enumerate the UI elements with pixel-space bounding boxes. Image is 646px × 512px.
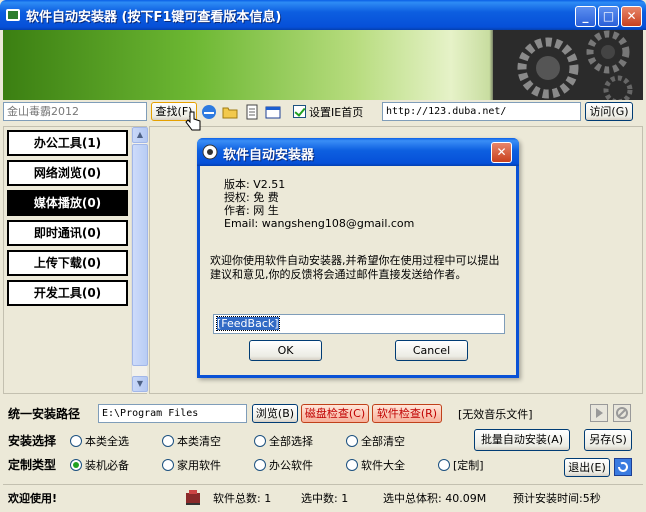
author-text: 作者: 网 生	[224, 204, 279, 217]
close-button[interactable]: ✕	[621, 6, 642, 27]
refresh-icon[interactable]	[614, 458, 632, 476]
notepad-icon[interactable]	[243, 103, 261, 121]
version-text: 版本: V2.51	[224, 178, 286, 191]
radio-label: 家用软件	[177, 459, 221, 472]
total-count: 软件总数: 1	[213, 492, 272, 505]
scroll-thumb[interactable]	[132, 144, 148, 366]
dialog-titlebar[interactable]: 软件自动安装器 ✕	[197, 138, 519, 166]
dialog-close-button[interactable]: ✕	[491, 142, 512, 163]
window-titlebar[interactable]: 软件自动安装器 (按下F1键可查看版本信息) _ □ ✕	[0, 0, 646, 30]
welcome-message: 欢迎你使用软件自动安装器,并希望你在使用过程中可以提出建议和意见,你的反馈将会通…	[210, 254, 500, 281]
ok-button[interactable]: OK	[249, 340, 322, 361]
stop-icon[interactable]	[613, 404, 631, 422]
search-input[interactable]: 金山毒霸2012	[3, 102, 147, 121]
estimated-time: 预计安装时间:5秒	[513, 492, 601, 505]
category-im[interactable]: 即时通讯(0)	[7, 220, 128, 246]
radio-label: 本类全选	[85, 435, 129, 448]
maximize-button[interactable]: □	[598, 6, 619, 27]
music-status: [无效音乐文件]	[458, 408, 533, 421]
installer-icon	[186, 490, 200, 505]
radio-label: 办公软件	[269, 459, 313, 472]
scroll-down-icon[interactable]: ▼	[132, 376, 148, 392]
visit-button[interactable]: 访问(G)	[585, 102, 633, 121]
selected-count: 选中数: 1	[301, 492, 349, 505]
set-homepage-checkbox[interactable]: 设置IE首页	[293, 104, 363, 120]
disk-check-button[interactable]: 磁盘检查(C)	[301, 404, 369, 423]
about-dialog: 软件自动安装器 ✕ 版本: V2.51 授权: 免 费 作者: 网 生 Emai…	[197, 138, 519, 378]
software-check-button[interactable]: 软件检查(R)	[372, 404, 442, 423]
custom-type-label: 定制类型	[8, 458, 57, 472]
set-homepage-label: 设置IE首页	[309, 106, 364, 119]
category-browser[interactable]: 网络浏览(0)	[7, 160, 128, 186]
hand-cursor-icon	[185, 111, 201, 131]
radio-office[interactable]: 办公软件	[254, 457, 313, 473]
radio-label: 全部清空	[361, 435, 405, 448]
welcome-text: 欢迎使用!	[8, 492, 58, 505]
feedback-text: [FeedBack]	[216, 316, 280, 331]
window-icon[interactable]	[264, 103, 282, 121]
radio-essentials[interactable]: 装机必备	[70, 457, 129, 473]
category-transfer[interactable]: 上传下载(0)	[7, 250, 128, 276]
install-select-label: 安装选择	[8, 434, 57, 448]
feedback-input[interactable]: [FeedBack]	[213, 314, 505, 334]
radio-clear-all[interactable]: 全部清空	[346, 433, 405, 449]
radio-clear-category[interactable]: 本类清空	[162, 433, 221, 449]
exit-button[interactable]: 退出(E)	[564, 458, 610, 477]
checkbox-checked-icon[interactable]	[293, 105, 306, 118]
radio-all-software[interactable]: 软件大全	[346, 457, 405, 473]
email-text: Email: wangsheng108@gmail.com	[224, 217, 415, 230]
browse-button[interactable]: 浏览(B)	[252, 404, 298, 423]
minimize-button[interactable]: _	[575, 6, 596, 27]
radio-label: 软件大全	[361, 459, 405, 472]
cancel-button[interactable]: Cancel	[395, 340, 468, 361]
sidebar-scrollbar[interactable]: ▲ ▼	[131, 127, 148, 393]
play-icon[interactable]	[590, 404, 608, 422]
category-media[interactable]: 媒体播放(0)	[7, 190, 128, 216]
install-path-label: 统一安装路径	[8, 407, 81, 421]
category-office[interactable]: 办公工具(1)	[7, 130, 128, 156]
radio-home[interactable]: 家用软件	[162, 457, 221, 473]
category-sidebar: 办公工具(1) 网络浏览(0) 媒体播放(0) 即时通讯(0) 上传下载(0) …	[3, 126, 148, 394]
radio-label: 本类清空	[177, 435, 221, 448]
install-path-input[interactable]: E:\Program Files	[98, 404, 247, 423]
radio-select-category-all[interactable]: 本类全选	[70, 433, 129, 449]
radio-label: [定制]	[453, 459, 484, 472]
folder-icon[interactable]	[221, 103, 239, 121]
status-bar: 欢迎使用! 软件总数: 1 选中数: 1 选中总体积: 40.09M 预计安装时…	[3, 484, 643, 509]
save-as-button[interactable]: 另存(S)	[584, 429, 632, 451]
dialog-title: 软件自动安装器	[223, 148, 315, 163]
gears-image	[493, 30, 643, 100]
license-text: 授权: 免 费	[224, 191, 279, 204]
app-icon	[6, 9, 20, 21]
url-input[interactable]: http://123.duba.net/	[382, 102, 581, 121]
radio-select-all[interactable]: 全部选择	[254, 433, 313, 449]
radio-label: 装机必备	[85, 459, 129, 472]
radio-custom[interactable]: [定制]	[438, 457, 484, 473]
selected-size: 选中总体积: 40.09M	[383, 492, 487, 505]
category-dev[interactable]: 开发工具(0)	[7, 280, 128, 306]
batch-install-button[interactable]: 批量自动安装(A)	[474, 429, 570, 451]
toolbar-row: 金山毒霸2012 查找(F) 设置IE首页 http://123.duba.ne…	[3, 102, 643, 124]
radio-label: 全部选择	[269, 435, 313, 448]
app-icon	[202, 144, 218, 160]
scroll-up-icon[interactable]: ▲	[132, 127, 148, 143]
window-title: 软件自动安装器 (按下F1键可查看版本信息)	[26, 10, 282, 25]
